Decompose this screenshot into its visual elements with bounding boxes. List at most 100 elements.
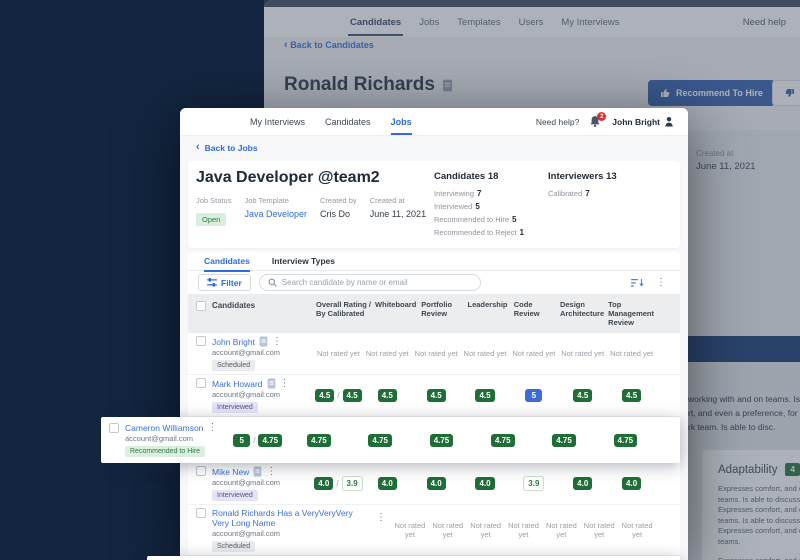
- not-rated-text: Not rated yet: [464, 349, 507, 358]
- column-header-design-architecture: DesignArchitecture: [558, 300, 606, 318]
- candidate-cell: Cameron Williamson⋮account@gmail.comReco…: [109, 423, 227, 457]
- job-field-job-template: Job TemplateJava Developer: [244, 196, 307, 227]
- candidate-name-row: Mark Howard ⋮: [212, 378, 290, 389]
- table-menu-kebab-icon[interactable]: ⋮: [656, 278, 666, 288]
- row-kebab-menu-icon[interactable]: ⋮: [207, 423, 217, 433]
- rating-badge: 4.75: [258, 434, 282, 447]
- rating-cell: 4.5: [607, 389, 656, 402]
- job-field-value: June 11, 2021: [370, 209, 426, 219]
- rating-cell: Not rated yet: [505, 521, 543, 539]
- candidate-info: Ronald Richards Has a VeryVeryVery Very …: [212, 508, 386, 552]
- job-title: Java Developer @team2: [196, 169, 434, 187]
- rating-badge: 4.75: [368, 434, 392, 447]
- candidate-name-row: John Bright ⋮: [212, 336, 282, 347]
- copy-icon[interactable]: [253, 466, 262, 477]
- candidates-column-header: Candidates: [212, 301, 255, 311]
- row-checkbox[interactable]: [109, 423, 119, 433]
- candidate-email: account@gmail.com: [125, 434, 217, 444]
- row-checkbox[interactable]: [196, 336, 206, 346]
- rating-badge: 5: [233, 434, 250, 447]
- row-checkbox[interactable]: [196, 378, 206, 388]
- candidate-email: account@gmail.com: [212, 390, 290, 400]
- candidate-row-marvin-mckinney[interactable]: Marvin McKinney⋮account@gmail.comAssigne…: [147, 556, 680, 560]
- not-rated-text: Not rated yet: [467, 521, 505, 539]
- search-box: [259, 274, 481, 291]
- rating-cell: 3.9: [509, 476, 558, 491]
- candidate-row-john-bright[interactable]: John Bright⋮account@gmail.comScheduledNo…: [188, 333, 680, 375]
- candidate-row-ronald-richards-has-a-veryveryvery-very-long-name[interactable]: Ronald Richards Has a VeryVeryVery Very …: [188, 505, 680, 556]
- rating-cell: Not rated yet: [618, 521, 656, 539]
- back-to-jobs-link[interactable]: Back to Jobs: [205, 143, 258, 153]
- rating-cell: 4.0/3.9: [314, 476, 363, 491]
- not-rated-text: Not rated yet: [391, 521, 429, 539]
- candidate-cell: Ronald Richards Has a VeryVeryVery Very …: [196, 508, 391, 552]
- rating-badge: 4.5: [427, 389, 446, 402]
- search-input[interactable]: [282, 278, 472, 287]
- candidate-cell: Mike New⋮account@gmail.comInterviewed: [196, 466, 314, 501]
- copy-icon[interactable]: [267, 378, 276, 389]
- candidate-name-link[interactable]: Mike New: [212, 467, 249, 477]
- candidate-name-link[interactable]: Ronald Richards Has a VeryVeryVery Very …: [212, 508, 372, 528]
- user-menu[interactable]: John Bright: [612, 116, 674, 127]
- status-badge: Scheduled: [212, 541, 255, 552]
- modal-nav-candidates[interactable]: Candidates: [325, 117, 371, 127]
- rating-cell: 4.5/4.5: [314, 389, 363, 402]
- rating-cell: 4.75: [533, 434, 594, 447]
- rating-cell: Not rated yet: [580, 521, 618, 539]
- row-kebab-menu-icon[interactable]: ⋮: [272, 337, 282, 347]
- candidate-name-link[interactable]: Mark Howard: [212, 379, 263, 389]
- not-rated-text: Not rated yet: [429, 521, 467, 539]
- rating-cell: 4.0: [412, 477, 461, 490]
- rating-cell: Not rated yet: [391, 521, 429, 539]
- rating-separator: /: [336, 479, 338, 488]
- candidates-tabs: Candidates Interview Types: [188, 252, 680, 271]
- not-rated-text: Not rated yet: [505, 521, 543, 539]
- stat-interviewed: Interviewed5: [434, 200, 524, 213]
- row-kebab-menu-icon[interactable]: ⋮: [376, 513, 386, 523]
- candidate-email: account@gmail.com: [212, 348, 282, 358]
- candidate-name-row: Ronald Richards Has a VeryVeryVery Very …: [212, 508, 386, 528]
- rating-badge: 4.5: [343, 389, 362, 402]
- need-help-link[interactable]: Need help?: [536, 117, 579, 127]
- tab-candidates[interactable]: Candidates: [204, 256, 250, 266]
- candidate-row-mike-new[interactable]: Mike New⋮account@gmail.comInterviewed4.0…: [188, 463, 680, 505]
- candidate-name-link[interactable]: Cameron Williamson: [125, 423, 203, 433]
- rating-cell: Not rated yet: [461, 349, 510, 358]
- not-rated-text: Not rated yet: [561, 349, 604, 358]
- row-kebab-menu-icon[interactable]: ⋮: [266, 467, 276, 477]
- notifications-bell-icon[interactable]: 2: [589, 115, 602, 128]
- job-field-label: Created by: [320, 196, 357, 205]
- job-field-value[interactable]: Java Developer: [244, 209, 307, 219]
- table-header-row: Candidates Overall Rating /By Calibrated…: [188, 294, 680, 333]
- tab-interview-types[interactable]: Interview Types: [272, 256, 335, 266]
- not-rated-text: Not rated yet: [580, 521, 618, 539]
- candidate-name-link[interactable]: John Bright: [212, 337, 255, 347]
- row-checkbox[interactable]: [196, 508, 206, 518]
- rating-cell: Not rated yet: [558, 349, 607, 358]
- select-all-checkbox[interactable]: [196, 301, 206, 311]
- rating-badge: 3.9: [342, 476, 363, 491]
- column-header-leadership: Leadership: [466, 300, 512, 309]
- search-icon: [268, 278, 277, 287]
- modal-nav-jobs[interactable]: Jobs: [391, 117, 412, 127]
- candidate-row-mark-howard[interactable]: Mark Howard⋮account@gmail.comInterviewed…: [188, 375, 680, 417]
- job-field-job-status: Job StatusOpen: [196, 196, 231, 227]
- rating-badge: 4.75: [491, 434, 515, 447]
- stat-recommended-to-hire: Recommended to Hire5: [434, 213, 524, 226]
- rating-cell: Not rated yet: [607, 349, 656, 358]
- row-kebab-menu-icon[interactable]: ⋮: [280, 379, 290, 389]
- column-header-portfolio-review: PortfolioReview: [419, 300, 465, 318]
- rating-badge: 4.0: [378, 477, 397, 490]
- filter-button[interactable]: Filter: [198, 274, 251, 291]
- candidate-row-cameron-williamson[interactable]: Cameron Williamson⋮account@gmail.comReco…: [101, 417, 680, 463]
- candidate-info: Mark Howard⋮account@gmail.comInterviewed: [212, 378, 290, 413]
- not-rated-text: Not rated yet: [317, 349, 360, 358]
- row-checkbox[interactable]: [196, 466, 206, 476]
- rating-cell: 4.0: [461, 477, 510, 490]
- rating-separator: /: [253, 436, 255, 445]
- sort-icon[interactable]: [631, 278, 644, 288]
- job-field-created-at: Created atJune 11, 2021: [370, 196, 426, 227]
- copy-icon[interactable]: [259, 336, 268, 347]
- modal-nav-my-interviews[interactable]: My Interviews: [250, 117, 305, 127]
- job-status-badge: Open: [196, 213, 226, 226]
